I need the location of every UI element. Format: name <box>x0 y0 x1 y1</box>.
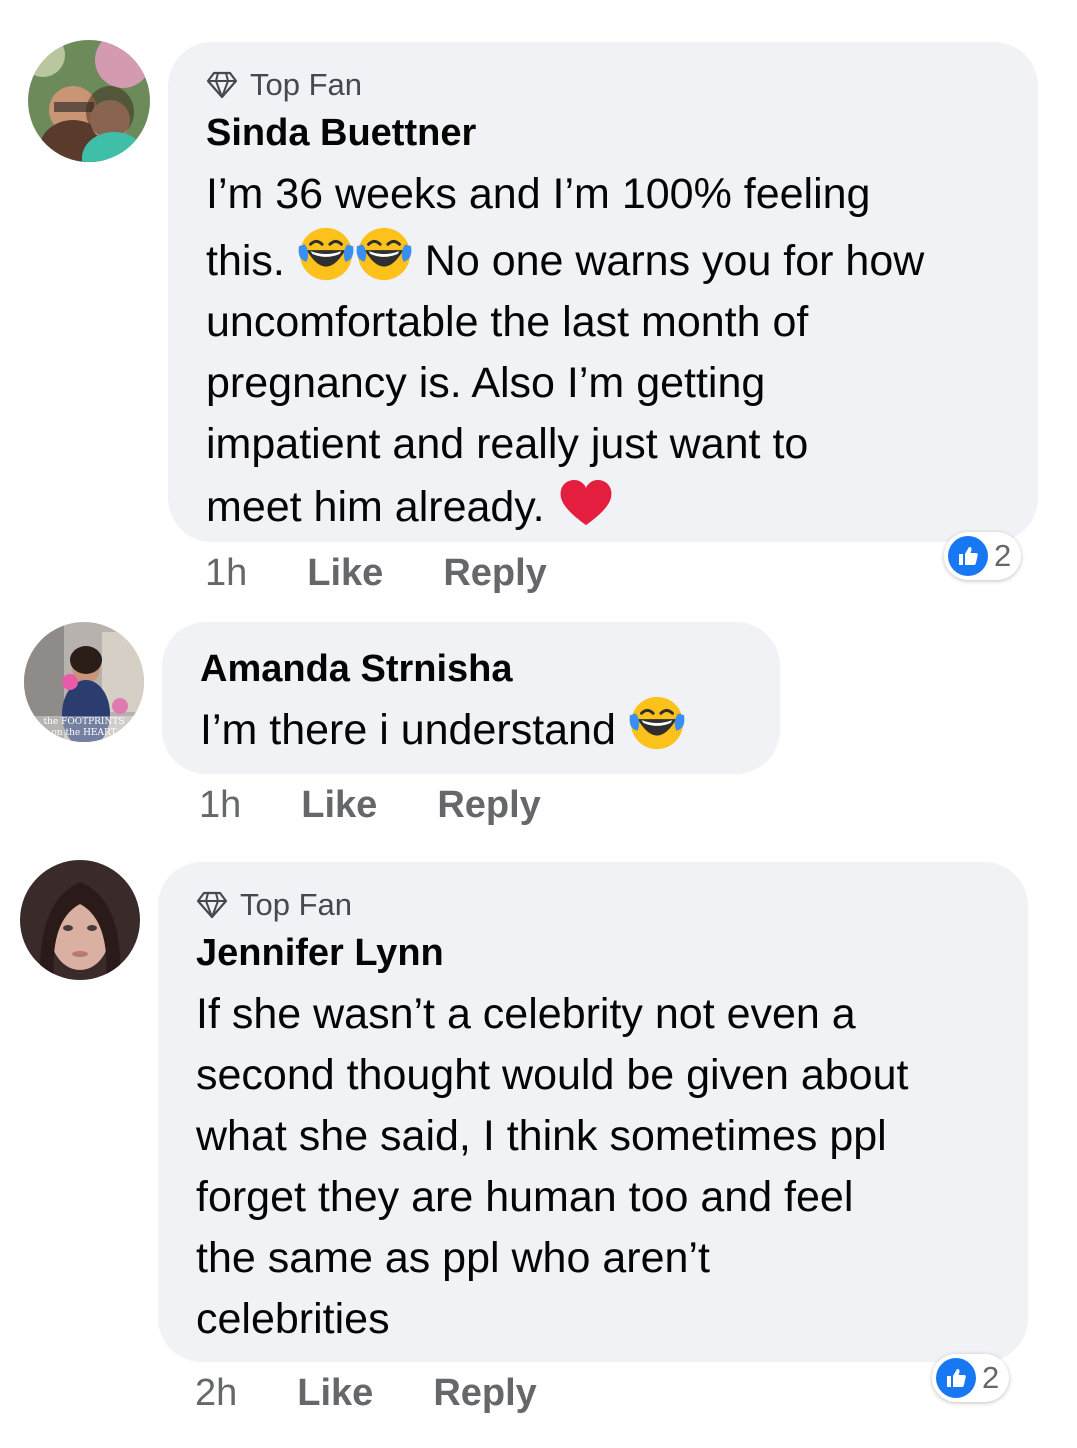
laughing-tears-icon <box>297 225 355 283</box>
timestamp[interactable]: 2h <box>195 1372 237 1415</box>
like-button[interactable]: Like <box>297 1372 373 1415</box>
comment-text: If she wasn’t a celebrity not even a sec… <box>196 990 909 1343</box>
reply-button[interactable]: Reply <box>433 1372 536 1415</box>
comment-bubble: Top Fan Sinda Buettner I’m 36 weeks and … <box>168 42 1038 542</box>
diamond-icon <box>206 71 238 99</box>
top-fan-badge: Top Fan <box>206 66 1008 104</box>
avatar-caption: the FOOTPRINTS <box>43 717 124 727</box>
comment-actions: 1h Like Reply <box>205 552 607 595</box>
comment-text: I’m there i understand <box>200 694 750 761</box>
comment-author[interactable]: Jennifer Lynn <box>196 930 998 976</box>
like-icon <box>948 536 988 576</box>
like-button[interactable]: Like <box>307 552 383 595</box>
badge-label: Top Fan <box>240 887 353 922</box>
timestamp[interactable]: 1h <box>205 552 247 595</box>
comment-actions: 1h Like Reply <box>199 784 601 827</box>
laughing-tears-icon <box>355 225 413 283</box>
comment-bubble: Amanda Strnisha I’m there i understand <box>162 622 780 774</box>
timestamp[interactable]: 1h <box>199 784 241 827</box>
reaction-count[interactable]: 2 <box>944 532 1022 580</box>
reply-button[interactable]: Reply <box>437 784 540 827</box>
comment-actions: 2h Like Reply <box>195 1372 597 1415</box>
diamond-icon <box>196 891 228 919</box>
reaction-count[interactable]: 2 <box>932 1354 1010 1402</box>
avatar[interactable] <box>20 860 140 980</box>
like-button[interactable]: Like <box>301 784 377 827</box>
svg-text:on the HEART: on the HEART <box>51 728 116 738</box>
red-heart-icon <box>557 475 615 529</box>
comment-text: I’m 36 weeks and I’m 100% feeling this. … <box>206 170 925 531</box>
badge-label: Top Fan <box>250 67 363 102</box>
comment-bubble: Top Fan Jennifer Lynn If she wasn’t a ce… <box>158 862 1028 1362</box>
avatar[interactable]: the FOOTPRINTS on the HEART <box>24 622 144 742</box>
reply-button[interactable]: Reply <box>443 552 546 595</box>
laughing-tears-icon <box>628 694 686 752</box>
top-fan-badge: Top Fan <box>196 886 998 924</box>
avatar[interactable] <box>28 40 150 162</box>
like-icon <box>936 1358 976 1398</box>
comment-author[interactable]: Sinda Buettner <box>206 110 1008 156</box>
comment-author[interactable]: Amanda Strnisha <box>200 646 750 692</box>
